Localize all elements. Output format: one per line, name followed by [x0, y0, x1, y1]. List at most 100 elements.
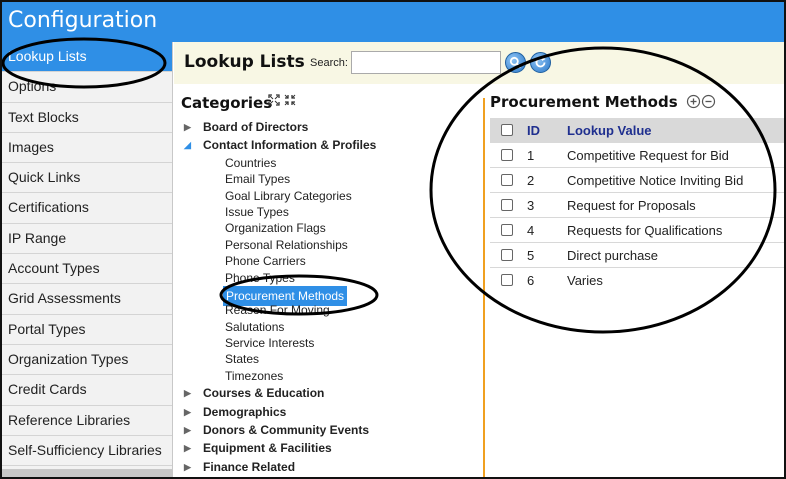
cell-id: 1 [527, 148, 535, 163]
cell-lookup-value: Competitive Notice Inviting Bid [567, 173, 744, 188]
subcategory-reason-for-moving[interactable]: Reason For Moving [174, 302, 484, 318]
sidebar-item-quick-links[interactable]: Quick Links [2, 163, 172, 194]
category-label: Contact Information & Profiles [203, 138, 377, 153]
categories-panel: Categories ▶ Board of Directors ◢ Contact I… [174, 84, 484, 477]
sidebar-item-credit-cards[interactable]: Credit Cards [2, 375, 172, 406]
subcategory-label: Email Types [225, 172, 291, 187]
procurement-panel: Procurement Methods ID Lookup Value 1 Co… [486, 84, 784, 477]
cell-id: 4 [527, 223, 535, 238]
cell-lookup-value: Competitive Request for Bid [567, 148, 729, 163]
app-window: Configuration Lookup Lists Options Text Bl… [0, 0, 786, 479]
sidebar-item-grid-assessments[interactable]: Grid Assessments [2, 284, 172, 315]
procurement-title-text: Procurement Methods [490, 93, 678, 111]
collapse-icon[interactable] [284, 94, 296, 106]
cell-lookup-value: Direct purchase [567, 248, 659, 263]
search-input[interactable] [351, 51, 501, 74]
list-controls [686, 93, 716, 111]
row-checkbox[interactable] [501, 249, 513, 261]
plus-circle-icon[interactable] [686, 94, 701, 109]
subcategory-personal-relationships[interactable]: Personal Relationships [174, 237, 484, 253]
chevron-right-icon[interactable]: ▶ [184, 403, 191, 421]
sidebar-item-reference-libraries[interactable]: Reference Libraries [2, 406, 172, 436]
chevron-right-icon[interactable]: ▶ [184, 118, 191, 136]
table-row[interactable]: 6 Varies [490, 268, 784, 293]
row-checkbox[interactable] [501, 199, 513, 211]
subcategory-phone-types[interactable]: Phone Types [174, 270, 484, 286]
row-checkbox[interactable] [501, 149, 513, 161]
sidebar-item-portal-types[interactable]: Portal Types [2, 315, 172, 345]
subcategory-countries[interactable]: Countries [174, 155, 484, 171]
subcategory-label: Issue Types [225, 204, 289, 219]
category-courses-education[interactable]: ▶ Courses & Education [174, 384, 484, 402]
refresh-button[interactable] [530, 52, 551, 73]
sidebar-item-images[interactable]: Images [2, 133, 172, 164]
subcategory-label: Phone Types [225, 270, 295, 285]
chevron-right-icon[interactable]: ▶ [184, 421, 191, 439]
category-label: Donors & Community Events [203, 423, 370, 438]
sidebar-item-account-types[interactable]: Account Types [2, 254, 172, 285]
column-header-id[interactable]: ID [527, 123, 540, 138]
toolbar: Lookup Lists Search: [174, 42, 784, 84]
sidebar-item-lookup-lists[interactable]: Lookup Lists [2, 42, 172, 73]
sidebar-item-organization-types[interactable]: Organization Types [2, 345, 172, 376]
chevron-right-icon[interactable]: ▶ [184, 458, 191, 476]
subcategory-email-types[interactable]: Email Types [174, 171, 484, 187]
cell-lookup-value: Requests for Qualifications [567, 223, 723, 238]
category-label: Demographics [203, 404, 287, 419]
refresh-icon [535, 57, 546, 68]
main-panel: Lookup Lists Search: Categories ▶ Board … [174, 42, 784, 477]
search-icon [509, 56, 522, 69]
subcategory-goal-library-categories[interactable]: Goal Library Categories [174, 188, 484, 204]
table-row[interactable]: 2 Competitive Notice Inviting Bid [490, 168, 784, 193]
chevron-right-icon[interactable]: ▶ [184, 439, 191, 457]
select-all-checkbox[interactable] [501, 124, 513, 136]
categories-tree: ▶ Board of Directors ◢ Contact Information … [174, 118, 484, 476]
column-header-lookup-value[interactable]: Lookup Value [567, 123, 652, 138]
table-row[interactable]: 1 Competitive Request for Bid [490, 143, 784, 168]
app-title: Configuration [2, 2, 784, 42]
subcategory-organization-flags[interactable]: Organization Flags [174, 220, 484, 236]
subcategory-service-interests[interactable]: Service Interests [174, 335, 484, 351]
sidebar-item-text-blocks[interactable]: Text Blocks [2, 103, 172, 133]
row-checkbox[interactable] [501, 174, 513, 186]
category-contact-information-profiles[interactable]: ◢ Contact Information & Profiles [174, 136, 484, 154]
procurement-title: Procurement Methods [490, 93, 716, 111]
subcategory-procurement-methods[interactable]: Procurement Methods [174, 285, 484, 306]
cell-id: 6 [527, 273, 535, 288]
grid-header: ID Lookup Value [490, 118, 784, 143]
subcategory-salutations[interactable]: Salutations [174, 319, 484, 335]
table-row[interactable]: 3 Request for Proposals [490, 193, 784, 218]
sidebar-item-ip-range[interactable]: IP Range [2, 224, 172, 255]
subcategory-label: Goal Library Categories [225, 188, 352, 203]
category-finance-related[interactable]: ▶ Finance Related [174, 458, 484, 476]
subcategory-label: Countries [225, 155, 277, 170]
table-row[interactable]: 4 Requests for Qualifications [490, 218, 784, 243]
minus-circle-icon[interactable] [701, 94, 716, 109]
subcategory-label: Reason For Moving [225, 303, 330, 318]
search-button[interactable] [505, 52, 526, 73]
category-donors-community-events[interactable]: ▶ Donors & Community Events [174, 421, 484, 439]
chevron-down-icon[interactable]: ◢ [184, 136, 191, 154]
subcategory-timezones[interactable]: Timezones [174, 368, 484, 384]
sidebar-item-self-sufficiency-libraries[interactable]: Self-Sufficiency Libraries [2, 436, 172, 467]
subcategory-label: Service Interests [225, 336, 315, 351]
sidebar-item-certifications[interactable]: Certifications [2, 193, 172, 224]
sidebar-item-options[interactable]: Options [2, 72, 172, 103]
subcategory-phone-carriers[interactable]: Phone Carriers [174, 253, 484, 269]
cell-id: 2 [527, 173, 535, 188]
table-row[interactable]: 5 Direct purchase [490, 243, 784, 268]
category-board-of-directors[interactable]: ▶ Board of Directors [174, 118, 484, 136]
row-checkbox[interactable] [501, 224, 513, 236]
panel-divider[interactable] [483, 98, 485, 477]
category-demographics[interactable]: ▶ Demographics [174, 403, 484, 421]
sidebar: Lookup Lists Options Text Blocks Images Quic… [2, 42, 173, 477]
expand-icon[interactable] [268, 94, 280, 106]
sidebar-footer [2, 469, 173, 477]
row-checkbox[interactable] [501, 274, 513, 286]
categories-tools [268, 94, 296, 109]
chevron-right-icon[interactable]: ▶ [184, 384, 191, 402]
subcategory-states[interactable]: States [174, 351, 484, 367]
category-equipment-facilities[interactable]: ▶ Equipment & Facilities [174, 439, 484, 457]
subcategory-issue-types[interactable]: Issue Types [174, 204, 484, 220]
cell-id: 5 [527, 248, 535, 263]
